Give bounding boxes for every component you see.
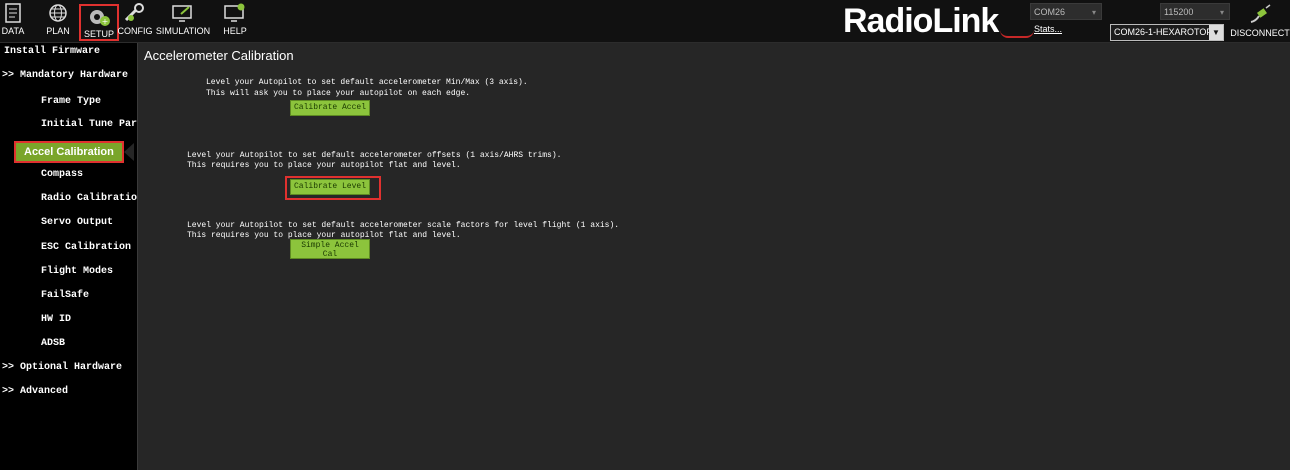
- baud-select[interactable]: 115200 ▾: [1160, 3, 1230, 20]
- port-select[interactable]: COM26 ▾: [1030, 3, 1102, 20]
- help-monitor-icon: [223, 2, 247, 24]
- simulation-label: SIMULATION: [155, 26, 211, 36]
- baud-value: 115200: [1164, 7, 1194, 17]
- radiolink-logo: RadioLink: [843, 2, 999, 40]
- data-icon: [1, 2, 25, 24]
- sidebar-item-esc-calibration[interactable]: ESC Calibration: [0, 239, 178, 257]
- disconnect-label: DISCONNECT: [1230, 28, 1290, 38]
- simulation-button[interactable]: SIMULATION: [152, 2, 214, 40]
- active-indicator: [124, 143, 134, 161]
- sidebar-item-initial-tune[interactable]: Initial Tune Par: [0, 116, 178, 134]
- sidebar-item-flight-modes[interactable]: Flight Modes: [0, 263, 178, 281]
- level-desc-line1: Level your Autopilot to set default acce…: [187, 151, 562, 160]
- simulation-monitor-icon: [171, 2, 195, 24]
- sidebar-item-adsb[interactable]: ADSB: [0, 335, 178, 353]
- config-label: CONFIG: [117, 26, 153, 36]
- sidebar-item-frame-type[interactable]: Frame Type: [0, 93, 178, 111]
- data-button[interactable]: DATA: [2, 2, 24, 40]
- plan-globe-icon: [46, 2, 70, 24]
- page-title: Accelerometer Calibration: [144, 48, 294, 63]
- simple-accel-cal-button[interactable]: Simple Accel Cal: [290, 239, 370, 259]
- sidebar-item-optional-hardware[interactable]: >> Optional Hardware: [0, 359, 139, 377]
- sidebar-item-compass[interactable]: Compass: [0, 166, 178, 184]
- chevron-down-icon: ▾: [1091, 8, 1096, 17]
- sidebar-item-mandatory-hardware[interactable]: >> Mandatory Hardware: [0, 67, 139, 85]
- plan-label: PLAN: [46, 26, 70, 36]
- sidebar-item-hw-id[interactable]: HW ID: [0, 311, 178, 329]
- link-value: COM26-1-HEXAROTOF: [1114, 27, 1212, 37]
- calibrate-accel-button[interactable]: Calibrate Accel: [290, 100, 370, 116]
- setup-sidebar: Install Firmware >> Mandatory Hardware F…: [0, 43, 137, 470]
- accel-desc-line2: This will ask you to place your autopilo…: [206, 89, 471, 98]
- sidebar-item-install-firmware[interactable]: Install Firmware: [0, 43, 141, 61]
- help-button[interactable]: HELP: [221, 2, 249, 40]
- setup-button[interactable]: + SETUP: [79, 4, 119, 41]
- logo-swoosh: [1000, 30, 1034, 38]
- calibrate-level-button[interactable]: Calibrate Level: [290, 179, 370, 195]
- svg-text:+: +: [102, 17, 109, 26]
- sidebar-item-accel-calibration[interactable]: Accel Calibration: [14, 141, 124, 163]
- plan-button[interactable]: PLAN: [44, 2, 72, 40]
- simple-accel-label-2: Cal: [322, 250, 338, 259]
- config-button[interactable]: CONFIG: [117, 2, 153, 40]
- chevron-down-icon: ▼: [1209, 25, 1223, 40]
- sidebar-item-advanced[interactable]: >> Advanced: [0, 383, 139, 401]
- scale-desc-line1: Level your Autopilot to set default acce…: [187, 221, 620, 230]
- sidebar-item-radio-calibration[interactable]: Radio Calibratio: [0, 190, 178, 208]
- plug-icon: [1248, 2, 1272, 26]
- setup-gear-icon: +: [87, 6, 111, 27]
- link-select[interactable]: COM26-1-HEXAROTOF ▼: [1110, 24, 1224, 41]
- data-label: DATA: [1, 26, 25, 36]
- chevron-down-icon: ▾: [1219, 8, 1224, 17]
- level-desc-line2: This requires you to place your autopilo…: [187, 161, 461, 170]
- stats-link[interactable]: Stats...: [1034, 24, 1062, 34]
- top-toolbar: DATA PLAN + SETUP CONFIG SIMULATION HELP…: [0, 0, 1290, 43]
- sidebar-divider: [137, 43, 138, 470]
- sidebar-item-servo-output[interactable]: Servo Output: [0, 214, 178, 232]
- port-value: COM26: [1034, 7, 1066, 17]
- setup-label: SETUP: [83, 29, 114, 39]
- scale-desc-line2: This requires you to place your autopilo…: [187, 231, 461, 240]
- accel-desc-line1: Level your Autopilot to set default acce…: [206, 78, 528, 87]
- sidebar-item-failsafe[interactable]: FailSafe: [0, 287, 178, 305]
- disconnect-button[interactable]: DISCONNECT: [1230, 2, 1290, 40]
- simple-accel-label-1: Simple Accel: [301, 241, 359, 250]
- config-wrench-icon: [123, 2, 147, 24]
- help-label: HELP: [223, 26, 247, 36]
